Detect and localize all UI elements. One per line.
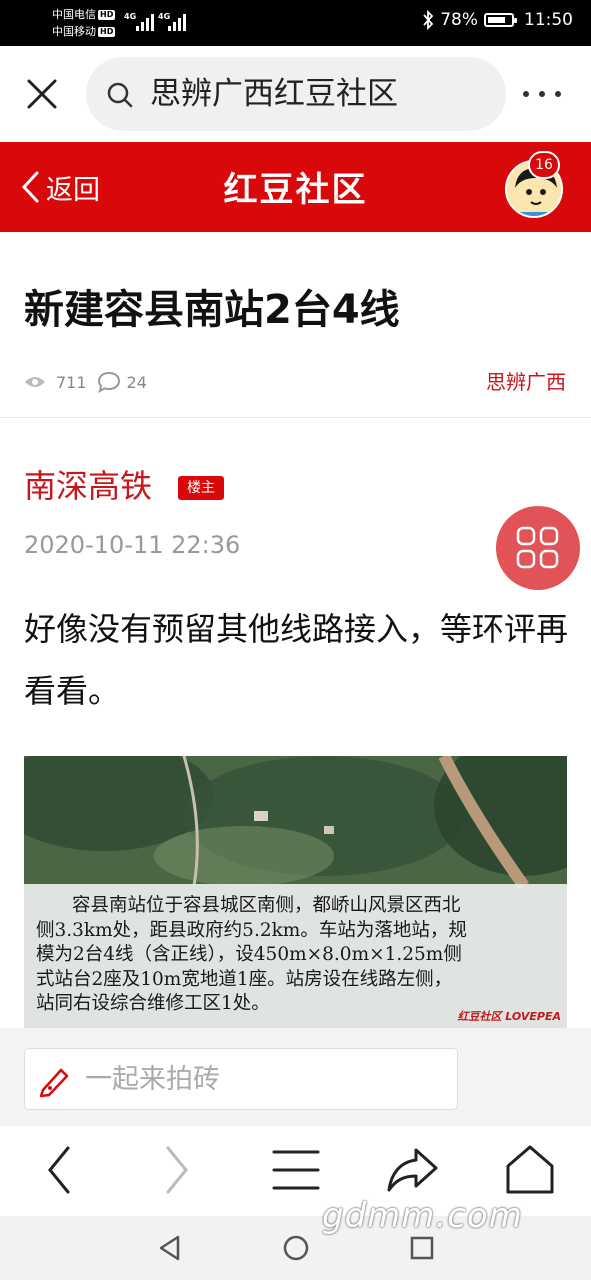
carrier-1: 中国电信 [52,8,96,21]
eye-icon [25,377,45,387]
address-bar[interactable]: 思辨广西红豆社区 [86,57,506,131]
hd-badge-1: HD [98,10,116,20]
menu-icon[interactable] [270,1144,322,1196]
post-time: 2020-10-11 22:36 [24,531,241,559]
signal-icon [136,14,154,31]
signal-icon [168,14,186,31]
home-icon[interactable] [504,1144,556,1196]
section-link[interactable]: 思辨广西 [486,366,566,395]
comment-input[interactable]: 一起来拍砖 [24,1048,458,1110]
view-count: 711 [56,372,87,392]
post-image[interactable]: 容县南站位于容县城区南侧，都峤山风景区西北 侧3.3km处，距县政府约5.2km… [24,756,567,1028]
bluetooth-icon [423,10,434,30]
back-arrow-icon[interactable] [34,1144,86,1196]
caption-line: 容县南站位于容县城区南侧，都峤山风景区西北 [72,895,461,916]
system-home-icon[interactable] [282,1234,310,1262]
comment-bar: 一起来拍砖 [0,1028,591,1126]
reply-count: 24 [126,372,147,392]
caption-line: 侧3.3km处，距县政府约5.2km。车站为落地站，规 [36,919,467,941]
image-watermark: 红豆社区 LOVEPEA [457,1010,561,1023]
battery-icon [484,13,517,27]
op-badge: 楼主 [178,476,224,500]
browser-toolbar: 思辨广西红豆社区 [0,46,591,142]
site-logo[interactable]: 红豆社区 [0,162,591,211]
carrier-2: 中国移动 [52,25,96,38]
comment-placeholder: 一起来拍砖 [85,1064,220,1095]
author-name[interactable]: 南深高铁 [24,464,152,508]
site-header: 返回 红豆社区 [0,142,591,232]
carrier-info: 中国电信 HD 中国移动 HD [52,6,116,40]
share-icon[interactable] [386,1144,438,1196]
system-back-icon[interactable] [156,1234,184,1262]
floor-menu-button[interactable] [496,506,580,590]
comment-icon [97,371,120,393]
grid-icon [516,526,559,569]
hd-badge-2: HD [98,27,116,37]
caption-line: 式站台2座及10m宽地道1座。站房设在线路左侧， [36,968,453,990]
network-type-1: 4G [124,12,137,21]
thread-title: 新建容县南站2台4线 [24,287,400,333]
status-bar: 中国电信 HD 中国移动 HD 4G 4G 78% 11:50 [0,0,591,46]
forward-arrow-icon[interactable] [150,1144,202,1196]
site-watermark: gdmm.com [322,1196,523,1236]
image-caption: 容县南站位于容县城区南侧，都峤山风景区西北 侧3.3km处，距县政府约5.2km… [24,884,567,1028]
thread-stats: 711 24 [24,368,157,396]
system-recents-icon[interactable] [408,1234,436,1262]
divider [0,417,591,418]
post-content: 好像没有预留其他线路接入，等环评再看看。 [24,610,569,710]
caption-line: 模为2台4线（含正线），设450m×8.0m×1.25m侧 [36,944,462,966]
battery-percent: 78% [440,10,478,30]
page-title-in-address-bar: 思辨广西红豆社区 [150,76,398,112]
pencil-icon [39,1068,69,1098]
close-icon[interactable] [24,76,60,112]
more-icon[interactable] [520,84,564,104]
clock: 11:50 [524,10,573,30]
search-icon [107,82,133,108]
notification-badge[interactable]: 16 [528,151,560,179]
